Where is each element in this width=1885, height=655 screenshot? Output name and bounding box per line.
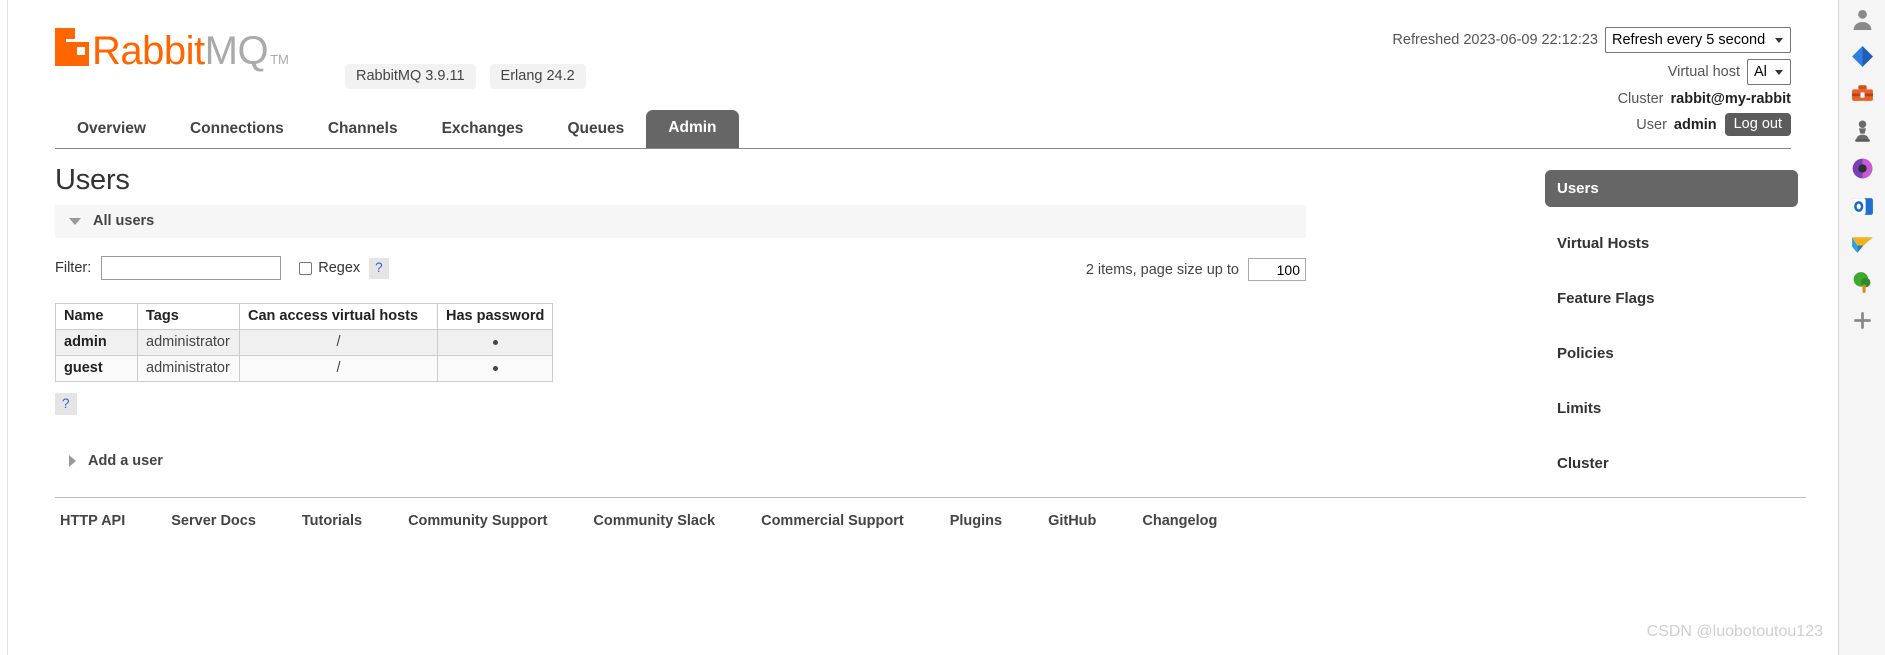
vhost-label: Virtual host [1667,64,1740,80]
footer-link-github[interactable]: GitHub [1025,513,1119,529]
admin-side-menu: Users Virtual Hosts Feature Flags Polici… [1545,170,1798,500]
logo-wordmark: RabbitMQ [92,29,269,73]
filter-row: Filter: Regex ? 2 items, page size up to [55,256,1306,286]
vhost-select-wrap: All [1747,59,1791,85]
cell-user-has-password [436,355,554,382]
column-header-name[interactable]: Name [55,303,138,330]
tab-overview[interactable]: Overview [55,112,168,148]
sidebar-item-users[interactable]: Users [1545,170,1798,207]
column-header-vhosts[interactable]: Can access virtual hosts [239,303,438,330]
has-password-dot-icon [492,339,498,345]
cell-user-vhosts: / [239,329,438,356]
filter-input[interactable] [101,256,282,280]
filter-controls: Filter: Regex ? [55,256,389,280]
main-nav: Overview Connections Channels Exchanges … [55,110,1791,149]
chevron-right-icon [69,455,76,467]
table-row[interactable]: admin administrator / [55,329,554,356]
tab-channels[interactable]: Channels [306,112,420,148]
tab-admin[interactable]: Admin [646,110,739,148]
rail-tree-green-icon[interactable] [1850,270,1875,295]
filter-label: Filter: [55,260,92,276]
sidebar-item-policies[interactable]: Policies [1545,335,1798,372]
page-size-input[interactable] [1248,258,1306,281]
sidebar-item-cluster[interactable]: Cluster [1545,445,1798,482]
rail-outlook-icon[interactable] [1850,194,1875,219]
cell-user-vhosts: / [239,355,438,382]
users-table-body: admin administrator / guest administrato… [55,329,554,382]
footer-link-commercial-support[interactable]: Commercial Support [738,513,927,529]
rail-chess-pawn-icon[interactable] [1850,118,1875,143]
rabbitmq-logo[interactable]: RabbitMQ TM [55,28,289,73]
column-header-has-password[interactable]: Has password [436,303,554,330]
cluster-row: Cluster rabbit@my-rabbit [1392,91,1791,107]
rail-avatar-icon[interactable] [1850,6,1875,31]
page-title: Users [55,164,130,196]
all-users-section-label: All users [93,213,155,229]
window-left-edge [0,0,8,655]
sidebar-item-limits[interactable]: Limits [1545,390,1798,427]
cell-user-name[interactable]: guest [55,355,138,382]
tab-exchanges[interactable]: Exchanges [420,112,546,148]
rail-diamond-blue-icon[interactable] [1850,44,1875,69]
regex-label: Regex [318,260,361,276]
tab-queues[interactable]: Queues [545,112,646,148]
table-row[interactable]: guest administrator / [55,355,554,382]
footer-link-community-support[interactable]: Community Support [385,513,570,529]
rail-paper-plane-icon[interactable] [1850,232,1875,257]
badge-erlang-version: Erlang 24.2 [489,64,586,89]
browser-extension-rail [1838,0,1885,655]
rail-toolbox-icon[interactable] [1850,80,1875,105]
page-header: RabbitMQ TM RabbitMQ 3.9.11 Erlang 24.2 … [9,0,1838,136]
filter-help-icon[interactable]: ? [369,257,389,279]
cell-user-name[interactable]: admin [55,329,138,356]
vhost-row: Virtual host All [1392,59,1791,85]
add-a-user-label: Add a user [88,453,163,469]
sidebar-item-feature-flags[interactable]: Feature Flags [1545,280,1798,317]
logo-word-mq: MQ [204,29,269,73]
footer-link-server-docs[interactable]: Server Docs [148,513,279,529]
chevron-down-icon [69,217,81,225]
users-table: Name Tags Can access virtual hosts Has p… [55,303,554,382]
refresh-interval-wrap: Refresh every 5 seconds [1605,27,1791,53]
has-password-dot-icon [492,365,498,371]
refreshed-timestamp: Refreshed 2023-06-09 22:12:23 [1392,32,1598,48]
cluster-label: Cluster [1617,91,1664,107]
csdn-watermark: CSDN @luobotoutou123 [1646,623,1823,640]
refresh-row: Refreshed 2023-06-09 22:12:23 Refresh ev… [1392,27,1791,53]
footer-link-http-api[interactable]: HTTP API [55,513,148,529]
sidebar-item-virtual-hosts[interactable]: Virtual Hosts [1545,225,1798,262]
tab-connections[interactable]: Connections [168,112,306,148]
table-help-icon[interactable]: ? [55,393,77,415]
app-root: RabbitMQ TM RabbitMQ 3.9.11 Erlang 24.2 … [0,0,1885,655]
column-header-tags[interactable]: Tags [137,303,240,330]
footer-link-tutorials[interactable]: Tutorials [279,513,385,529]
version-badges: RabbitMQ 3.9.11 Erlang 24.2 [345,64,586,89]
logo-word-rabbit: Rabbit [92,29,205,73]
cluster-name: rabbit@my-rabbit [1670,91,1791,107]
items-summary: 2 items, page size up to [1085,261,1239,278]
pagination-controls: 2 items, page size up to [1086,258,1306,281]
footer-link-plugins[interactable]: Plugins [927,513,1025,529]
trademark-symbol: TM [270,52,289,67]
main-content: Users All users Filter: Regex ? 2 items,… [55,164,1555,469]
regex-checkbox[interactable] [299,261,313,275]
footer-link-changelog[interactable]: Changelog [1119,513,1240,529]
cell-user-has-password [436,329,554,356]
rabbitmq-management-page: RabbitMQ TM RabbitMQ 3.9.11 Erlang 24.2 … [9,0,1838,655]
rabbitmq-logo-icon [55,28,89,66]
table-header-row: Name Tags Can access virtual hosts Has p… [55,303,554,330]
footer-links: HTTP API Server Docs Tutorials Community… [55,497,1806,529]
footer-link-community-slack[interactable]: Community Slack [570,513,738,529]
cell-user-tags: administrator [137,355,240,382]
rail-plus-icon[interactable] [1850,308,1875,333]
vhost-select[interactable]: All [1747,59,1791,85]
rail-colorful-circle-icon[interactable] [1850,156,1875,181]
users-table-head: Name Tags Can access virtual hosts Has p… [55,303,554,330]
all-users-section-header[interactable]: All users [55,205,1306,238]
add-a-user-section-header[interactable]: Add a user [55,453,355,469]
badge-rabbitmq-version: RabbitMQ 3.9.11 [345,64,476,89]
refresh-interval-select[interactable]: Refresh every 5 seconds [1605,27,1791,53]
cell-user-tags: administrator [137,329,240,356]
